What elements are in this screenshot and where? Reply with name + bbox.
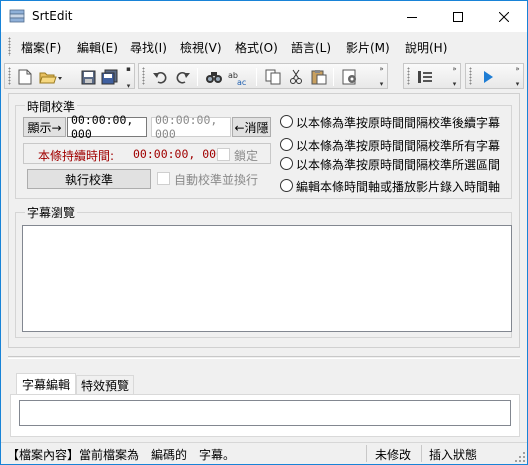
title-bar[interactable]: SrtEdit xyxy=(1,1,527,32)
toolbar-grip-3[interactable] xyxy=(407,67,410,85)
toolbar-grip-4[interactable] xyxy=(469,67,472,85)
status-separator xyxy=(421,445,422,462)
find-icon[interactable] xyxy=(205,68,223,86)
toolbar-overflow-chevron-3[interactable]: » ▾ xyxy=(450,64,459,88)
toolbar-overflow-chevron[interactable]: ▪ ▾ xyxy=(124,64,133,90)
minimize-button[interactable] xyxy=(389,1,435,32)
open-folder-icon[interactable] xyxy=(39,68,63,86)
toolbar-grip[interactable] xyxy=(8,67,11,85)
toolbar: ▪ ▾ ab ac » ▾ » ▾ » ▾ xyxy=(1,61,527,91)
option-radio-following[interactable] xyxy=(280,115,293,128)
play-icon[interactable] xyxy=(479,68,497,86)
close-button[interactable] xyxy=(481,1,527,32)
hide-button[interactable]: ←消隱 xyxy=(232,117,271,137)
status-file-info: 【檔案內容】當前檔案為 編碼的 字幕。 xyxy=(7,448,236,462)
menu-help[interactable]: 說明(H) xyxy=(405,39,447,56)
redo-icon[interactable] xyxy=(174,68,192,86)
toolbar-overflow-chevron-2[interactable]: » ▾ xyxy=(377,64,386,88)
status-separator xyxy=(366,445,367,462)
menu-bar: 檔案(F) 編輯(E) 尋找(I) 檢視(V) 格式(O) 語言(L) 影片(M… xyxy=(1,32,527,61)
toolbar-file-group: ▪ ▾ xyxy=(4,63,135,90)
lock-checkbox xyxy=(217,148,230,161)
settings-gear-icon[interactable] xyxy=(341,68,359,86)
option-radio-selection[interactable] xyxy=(280,157,293,170)
paste-icon[interactable] xyxy=(310,68,328,86)
toolbar-edit-group: ab ac » ▾ xyxy=(138,63,388,89)
svg-text:ac: ac xyxy=(237,78,246,85)
undo-icon[interactable] xyxy=(151,68,169,86)
execute-calibration-button[interactable]: 執行校準 xyxy=(27,169,151,189)
subtitle-browse-area[interactable] xyxy=(22,225,512,332)
copy-icon[interactable] xyxy=(264,68,282,86)
menu-video[interactable]: 影片(M) xyxy=(346,39,390,56)
status-insert-mode: 插入狀態 xyxy=(429,448,478,462)
menubar-grip[interactable] xyxy=(8,37,11,56)
tab-subtitle-edit[interactable]: 字幕編輯 xyxy=(16,373,76,395)
app-icon xyxy=(9,9,25,23)
toolbar-grip-2[interactable] xyxy=(142,67,145,85)
toolbar-play-group: » ▾ xyxy=(465,63,524,89)
toolbar-separator xyxy=(256,68,257,86)
menu-edit[interactable]: 編輯(E) xyxy=(77,39,118,56)
start-time-field[interactable]: 00:00:00, 000 xyxy=(67,113,147,141)
option-label-edit-timeline: 編輯本條時間軸或播放影片錄入時間軸 xyxy=(296,180,501,194)
auto-calibrate-label: 自動校準並換行 xyxy=(174,173,259,187)
option-label-all: 以本條為準按原時間間隔校準所有字幕 xyxy=(296,139,501,153)
subtitle-browse-title: 字幕瀏覽 xyxy=(25,204,78,221)
option-radio-all[interactable] xyxy=(280,138,293,151)
app-window: SrtEdit 檔案(F) 編輯(E) 尋找(I) 檢視(V) 格式(O) 語言… xyxy=(0,0,528,465)
new-file-icon[interactable] xyxy=(16,68,34,86)
toolbar-separator xyxy=(197,68,198,86)
menu-language[interactable]: 語言(L) xyxy=(291,39,331,56)
option-label-following: 以本條為準按原時間間隔校準後續字幕 xyxy=(296,116,501,130)
menu-view[interactable]: 檢視(V) xyxy=(180,39,222,56)
menu-find[interactable]: 尋找(I) xyxy=(130,39,167,56)
status-modified: 未修改 xyxy=(375,448,412,462)
save-icon[interactable] xyxy=(79,68,97,86)
duration-label: 本條持續時間: xyxy=(38,149,115,163)
end-time-field: 00:00:00, 000 xyxy=(151,113,231,141)
toolbar-overflow-chevron-4[interactable]: » ▾ xyxy=(513,64,522,88)
menu-format[interactable]: 格式(O) xyxy=(235,39,278,56)
status-bar: 【檔案內容】當前檔案為 編碼的 字幕。 未修改 插入狀態 xyxy=(1,442,527,464)
main-panel: 時間校準 顯示→ 00:00:00, 000 00:00:00, 000 ←消隱… xyxy=(8,93,520,348)
replace-icon[interactable]: ab ac xyxy=(228,68,250,86)
auto-calibrate-checkbox xyxy=(157,172,170,185)
toolbar-separator xyxy=(333,68,334,86)
menu-file[interactable]: 檔案(F) xyxy=(21,39,61,56)
window-title: SrtEdit xyxy=(32,9,73,23)
time-calibration-title: 時間校準 xyxy=(25,98,78,115)
maximize-button[interactable] xyxy=(435,1,481,32)
tab-effect-preview[interactable]: 特效預覽 xyxy=(76,375,134,395)
list-view-icon[interactable] xyxy=(416,68,434,86)
panel-splitter[interactable] xyxy=(8,356,520,359)
resize-grip-icon[interactable] xyxy=(515,452,525,462)
show-button[interactable]: 顯示→ xyxy=(23,117,66,137)
lock-label: 鎖定 xyxy=(234,149,259,163)
cut-icon[interactable] xyxy=(287,68,305,86)
subtitle-edit-input[interactable] xyxy=(19,400,511,426)
duration-value: 00:00:00, 000 xyxy=(133,147,224,161)
save-all-icon[interactable] xyxy=(100,68,118,86)
option-radio-edit-timeline[interactable] xyxy=(280,179,293,192)
option-label-selection: 以本條為準按原時間間隔校準所選區間 xyxy=(296,158,501,172)
toolbar-list-group: » ▾ xyxy=(403,63,461,89)
